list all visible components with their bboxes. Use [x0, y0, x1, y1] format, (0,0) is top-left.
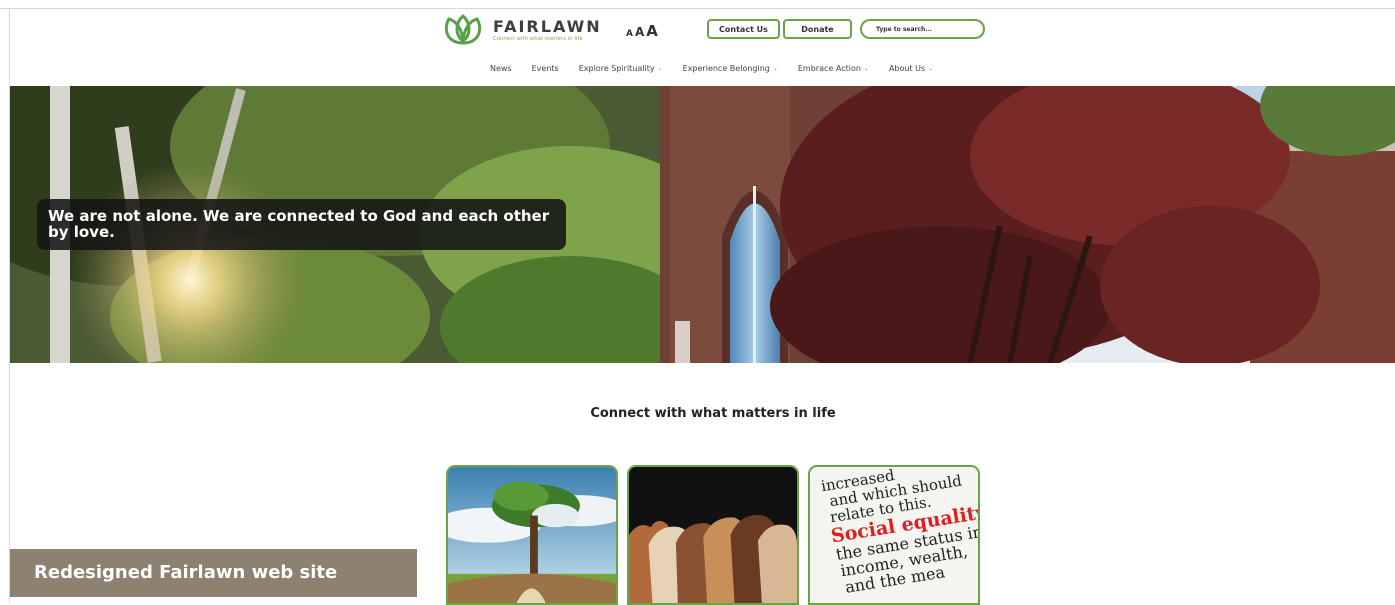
caption-ribbon: Redesigned Fairlawn web site: [10, 549, 417, 597]
nav-item-label: Embrace Action: [797, 64, 861, 73]
nav-item-label: News: [490, 64, 512, 73]
nav-item-news[interactable]: News: [490, 64, 512, 73]
nav-item-label: Experience Belonging: [682, 64, 770, 73]
nav-item-label: Events: [531, 64, 559, 73]
screenshot-frame: FAIRLAWN Connect with what matters in li…: [0, 0, 1395, 605]
card-explore-spirituality[interactable]: [446, 465, 618, 605]
card-embrace-action[interactable]: increased and which should relate to thi…: [808, 465, 980, 605]
text-size-large[interactable]: A: [646, 22, 658, 40]
search-input[interactable]: [860, 19, 985, 39]
chevron-down-icon: ⌄: [928, 65, 934, 72]
tree-on-island-image: [448, 467, 616, 603]
donate-button[interactable]: Donate: [783, 19, 852, 39]
leaf-logo-icon: [444, 14, 482, 45]
site-logo[interactable]: FAIRLAWN Connect with what matters in li…: [441, 13, 602, 47]
nav-item-experience-belonging[interactable]: Experience Belonging ⌄: [683, 64, 778, 73]
hero-banner: We are not alone. We are connected to Go…: [10, 86, 1395, 363]
main-nav: News Events Explore Spirituality ⌄ Experi…: [490, 64, 933, 73]
nav-item-label: Explore Spirituality: [578, 64, 655, 73]
chevron-down-icon: ⌄: [863, 65, 869, 72]
nav-item-embrace-action[interactable]: Embrace Action ⌄: [798, 64, 869, 73]
hero-caption: We are not alone. We are connected to Go…: [37, 199, 566, 250]
chevron-down-icon: ⌄: [657, 65, 663, 72]
paper-faces-image: [629, 467, 797, 603]
nav-item-about-us[interactable]: About Us ⌄: [889, 64, 933, 73]
logo-name: FAIRLAWN: [493, 16, 602, 36]
text-size-controls: A A A: [626, 22, 658, 40]
top-border: [0, 0, 1395, 9]
social-equality-text-image: increased and which should relate to thi…: [810, 467, 978, 599]
text-size-medium[interactable]: A: [635, 25, 644, 39]
card-experience-belonging[interactable]: [627, 465, 799, 605]
nav-item-explore-spirituality[interactable]: Explore Spirituality ⌄: [579, 64, 663, 73]
section-tagline: Connect with what matters in life: [590, 406, 836, 421]
chevron-down-icon: ⌄: [772, 65, 778, 72]
contact-us-button[interactable]: Contact Us: [707, 19, 780, 39]
nav-item-label: About Us: [888, 64, 926, 73]
nav-item-events[interactable]: Events: [532, 64, 559, 73]
text-size-small[interactable]: A: [626, 29, 633, 39]
logo-tagline: Connect with what matters in life: [493, 35, 583, 42]
